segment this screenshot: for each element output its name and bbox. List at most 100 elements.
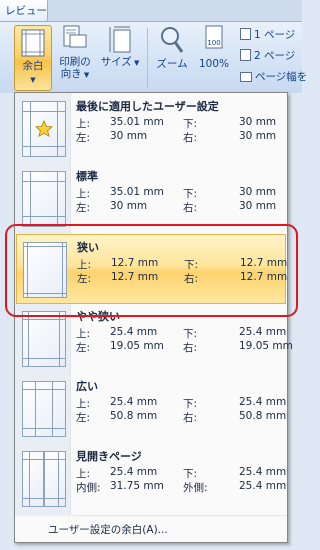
left-value: 30 mm [110, 200, 148, 212]
chevron-down-icon: ▼ [81, 71, 90, 79]
top-value: 35.01 mm [110, 116, 164, 128]
top-value: 25.4 mm [110, 326, 158, 338]
margins-icon [21, 29, 45, 57]
two-page-icon [240, 49, 251, 61]
left-label: 左: [76, 412, 91, 424]
orientation-label-1: 印刷の [59, 56, 91, 68]
item-title: 最後に適用したユーザー設定 [76, 100, 219, 113]
top-value: 35.01 mm [110, 186, 164, 198]
outside-value: 25.4 mm [239, 480, 287, 492]
right-label: 右: [184, 273, 199, 285]
size-button[interactable]: サイズ ▼ [99, 25, 141, 69]
custom-margins-menu-item[interactable]: ユーザー設定の余白(A)... [16, 517, 286, 541]
menu-item-last-custom[interactable]: 最後に適用したユーザー設定 上: 35.01 mm 下: 30 mm 左: 30… [16, 94, 286, 164]
left-value: 12.7 mm [111, 271, 159, 283]
right-label: 右: [183, 412, 198, 424]
bottom-label: 下: [183, 188, 198, 200]
left-value: 50.8 mm [110, 410, 158, 422]
bottom-label: 下: [183, 118, 198, 130]
top-value: 12.7 mm [111, 257, 159, 269]
menu-separator [73, 515, 287, 516]
tab-review[interactable]: レビュー [0, 0, 48, 22]
margins-label: 余白 [22, 60, 44, 72]
orientation-label-2: 向き [60, 68, 82, 80]
left-value: 30 mm [110, 130, 148, 142]
outside-label: 外側: [183, 482, 208, 494]
top-label: 上: [77, 259, 92, 271]
one-page-button[interactable]: 1 ページ [240, 27, 295, 42]
left-value: 19.05 mm [110, 340, 164, 352]
item-title: 見開きページ [76, 450, 142, 463]
ribbon-tabstrip: レビュー [0, 0, 302, 22]
page-width-label: ページ幅を [255, 71, 308, 83]
right-value: 30 mm [239, 200, 277, 212]
bottom-value: 25.4 mm [239, 396, 287, 408]
chevron-down-icon: ▼ [131, 59, 140, 67]
moderate-margins-icon [22, 311, 66, 367]
zoom-100-label: 100% [198, 58, 230, 70]
margins-dropdown-menu: 最後に適用したユーザー設定 上: 35.01 mm 下: 30 mm 左: 30… [14, 92, 293, 543]
page-100-icon: 100 [205, 25, 223, 49]
size-label: サイズ [100, 56, 132, 68]
ribbon: 余白 ▼ 印刷の 向き ▼ サイズ ▼ ズーム 100 100% 1 ページ 2… [0, 21, 307, 93]
top-label: 上: [76, 468, 91, 480]
mirrored-pages-icon [22, 451, 66, 507]
inside-value: 31.75 mm [110, 480, 164, 492]
one-page-label: 1 ページ [254, 29, 296, 41]
orientation-icon [63, 25, 87, 48]
page-size-icon [109, 26, 131, 53]
top-value: 25.4 mm [110, 396, 158, 408]
two-page-label: 2 ページ [254, 50, 296, 62]
orientation-button[interactable]: 印刷の 向き ▼ [56, 25, 94, 81]
inside-label: 内側: [76, 482, 101, 494]
menu-item-moderate[interactable]: やや狭い 上: 25.4 mm 下: 25.4 mm 左: 19.05 mm 右… [16, 304, 293, 374]
bottom-value: 25.4 mm [239, 466, 287, 478]
menu-item-normal[interactable]: 標準 上: 35.01 mm 下: 30 mm 左: 30 mm 右: 30 m… [16, 164, 286, 234]
bottom-value: 12.7 mm [240, 257, 288, 269]
bottom-label: 下: [183, 468, 198, 480]
right-value: 30 mm [239, 130, 277, 142]
bottom-label: 下: [183, 328, 198, 340]
ribbon-separator [147, 28, 148, 88]
menu-item-wide[interactable]: 広い 上: 25.4 mm 下: 25.4 mm 左: 50.8 mm 右: 5… [16, 374, 286, 444]
normal-margins-icon [22, 171, 66, 227]
bottom-value: 25.4 mm [239, 326, 287, 338]
wide-margins-icon [22, 381, 66, 437]
svg-text:100: 100 [207, 39, 220, 47]
two-page-button[interactable]: 2 ページ [240, 48, 295, 63]
item-title: 狭い [77, 241, 99, 254]
margins-button[interactable]: 余白 ▼ [14, 25, 52, 91]
left-label: 左: [76, 132, 91, 144]
item-title: やや狭い [76, 310, 120, 323]
zoom-label: ズーム [156, 58, 188, 70]
magnifier-icon [161, 27, 184, 53]
chevron-down-icon: ▼ [30, 76, 36, 84]
right-label: 右: [183, 202, 198, 214]
item-title: 標準 [76, 170, 98, 183]
top-label: 上: [76, 398, 91, 410]
star-icon [35, 120, 53, 138]
right-value: 50.8 mm [239, 410, 287, 422]
bottom-value: 30 mm [239, 186, 277, 198]
right-label: 右: [183, 342, 198, 354]
zoom-100-button[interactable]: 100 100% [196, 25, 232, 70]
item-title: 広い [76, 380, 98, 393]
menu-item-mirrored[interactable]: 見開きページ 上: 25.4 mm 下: 25.4 mm 内側: 31.75 m… [16, 444, 286, 514]
top-label: 上: [76, 118, 91, 130]
top-value: 25.4 mm [110, 466, 158, 478]
zoom-button[interactable]: ズーム [152, 25, 192, 70]
page-width-icon [240, 72, 252, 82]
page-width-button[interactable]: ページ幅を [240, 69, 307, 84]
right-value: 12.7 mm [240, 271, 288, 283]
top-label: 上: [76, 188, 91, 200]
right-label: 右: [183, 132, 198, 144]
left-label: 左: [76, 342, 91, 354]
left-label: 左: [77, 273, 92, 285]
bottom-value: 30 mm [239, 116, 277, 128]
narrow-margins-icon [23, 242, 67, 298]
bottom-label: 下: [184, 259, 199, 271]
top-label: 上: [76, 328, 91, 340]
menu-item-narrow[interactable]: 狭い 上: 12.7 mm 下: 12.7 mm 左: 12.7 mm 右: 1… [16, 234, 288, 304]
one-page-icon [240, 28, 251, 40]
left-label: 左: [76, 202, 91, 214]
